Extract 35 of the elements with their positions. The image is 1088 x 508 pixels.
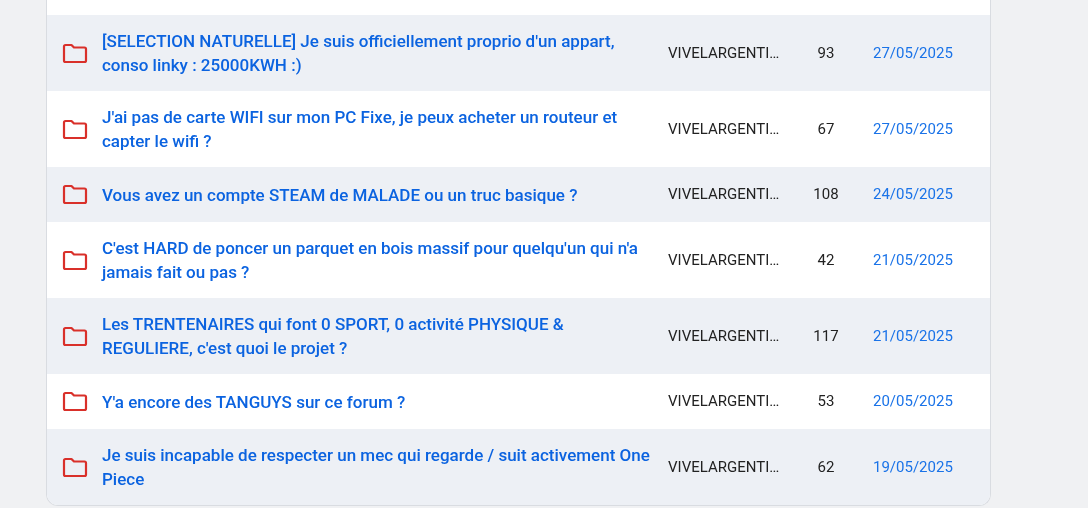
topic-title-link[interactable]: C'est HARD de poncer un parquet en bois massif pour quelqu'un qui n'a jamais fait ou pas ? — [102, 236, 662, 284]
author-name: VIVELARGENTI… — [668, 184, 781, 206]
folder-icon — [62, 42, 88, 64]
author-name: VIVELARGENTI… — [668, 391, 781, 413]
topic-title-link[interactable]: Y'a encore des TANGUYS sur ce forum ? — [102, 389, 662, 414]
topic-title-link[interactable]: Vous avez un compte STEAM de MALADE ou un truc basique ? — [102, 182, 662, 207]
folder-icon — [62, 325, 88, 347]
author-name: VIVELARGENTI… — [668, 249, 781, 271]
reply-count: 117 — [812, 325, 840, 347]
date-link[interactable]: 24/05/2025 — [873, 183, 953, 206]
reply-count: 108 — [812, 184, 840, 206]
folder-icon — [62, 456, 88, 478]
date-link[interactable]: 19/05/2025 — [873, 455, 953, 479]
date-link[interactable]: 27/05/2025 — [873, 41, 953, 65]
date-link[interactable]: 21/05/2025 — [873, 248, 953, 272]
folder-icon — [62, 184, 88, 205]
date-link[interactable]: 27/05/2025 — [873, 117, 953, 141]
reply-count: 67 — [816, 118, 836, 140]
author-name: VIVELARGENTI… — [668, 118, 781, 140]
author-name: VIVELARGENTI… — [668, 42, 781, 64]
topic-title-link[interactable]: [SELECTION NATURELLE] Je suis officiellement proprio d'un appart, conso linky : 25000KWH :) — [102, 29, 662, 77]
folder-icon — [62, 391, 88, 412]
date-link[interactable]: 20/05/2025 — [873, 390, 953, 413]
reply-count: 53 — [816, 391, 836, 413]
folder-icon — [62, 118, 88, 140]
date-link[interactable]: 21/05/2025 — [873, 324, 953, 348]
topic-title-link[interactable]: J'ai pas de carte WIFI sur mon PC Fixe, je peux acheter un routeur et capter le wifi ? — [102, 105, 662, 153]
author-name: VIVELARGENTI… — [668, 325, 781, 347]
reply-count: 62 — [816, 456, 836, 478]
topic-title-link[interactable]: Les TRENTENAIRES qui font 0 SPORT, 0 activité PHYSIQUE & REGULIERE, c'est quoi le projet ? — [102, 312, 662, 360]
reply-count: 42 — [816, 249, 836, 271]
folder-icon — [62, 249, 88, 271]
reply-count: 93 — [816, 42, 836, 64]
author-name: VIVELARGENTI… — [668, 456, 781, 478]
topic-title-link[interactable]: Je suis incapable de respecter un mec qui regarde / suit activement One Piece — [102, 443, 662, 491]
